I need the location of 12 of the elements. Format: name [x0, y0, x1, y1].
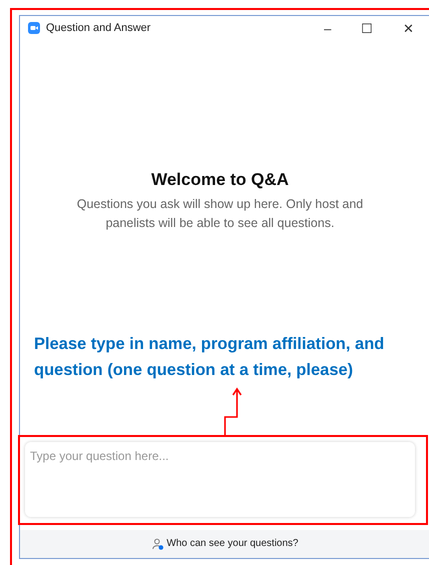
close-button[interactable]: ✕ — [398, 22, 418, 34]
person-icon — [152, 538, 164, 550]
arrow-drawing — [223, 386, 243, 434]
question-field[interactable]: Type your question here... — [25, 442, 415, 516]
welcome-heading: Welcome to Q&A — [150, 169, 290, 191]
minimize-button[interactable]: – — [320, 22, 336, 34]
who-can-see-link[interactable]: Who can see your questions? — [152, 536, 298, 552]
annotation-text: Please type in name, program affiliation, and question (one question at a time, please) — [33, 334, 386, 380]
camera-icon — [28, 22, 40, 34]
maximize-button[interactable]: ☐ — [357, 22, 378, 34]
welcome-text: Questions you ask will show up here. Only host and panelists will be able to see all questions. — [76, 196, 364, 232]
window-title: Question and Answer — [46, 20, 151, 36]
